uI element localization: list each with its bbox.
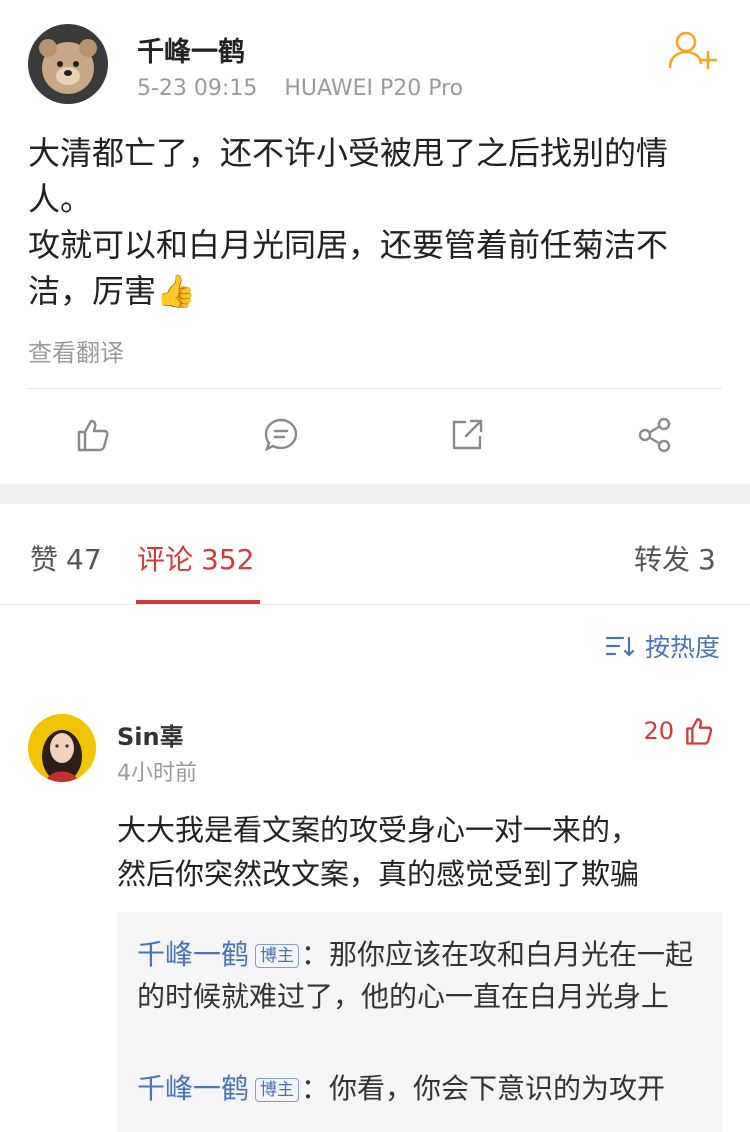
commenter-avatar[interactable]: [28, 714, 96, 782]
comment-icon[interactable]: [256, 410, 306, 460]
comment-item: Sin辜 4小时前 20 大大我是看文案的攻受身心一对一来的， 然后你突然改文案…: [0, 700, 750, 1132]
post-date: 5-23 09:15: [137, 76, 258, 101]
reply-author[interactable]: 千峰一鹤: [137, 938, 249, 971]
follow-user-icon[interactable]: [668, 30, 718, 70]
tab-reposts-label: 转发: [634, 543, 691, 576]
comment-like-button[interactable]: 20: [643, 716, 714, 746]
thumbs-up-icon: [686, 718, 713, 745]
post-meta: 5-23 09:15 HUAWEI P20 Pro: [137, 76, 483, 101]
reply-thread[interactable]: 千峰一鹤 博主 ：那你应该在攻和白月光在一起的时候就难过了，他的心一直在白月光身上 …: [117, 912, 722, 1132]
comment-time: 4小时前: [117, 761, 197, 786]
author-badge: 博主: [255, 944, 300, 968]
section-separator: [0, 484, 750, 504]
share-icon[interactable]: [630, 410, 680, 460]
reply-item: 千峰一鹤 博主 ：你看，你会下意识的为攻开: [137, 1068, 707, 1110]
comment-text-line: 大大我是看文案的攻受身心一对一来的，: [117, 813, 640, 847]
tab-comments[interactable]: 评论 352: [137, 538, 254, 578]
interaction-tabs: 赞 47 评论 352 转发 3: [0, 504, 750, 605]
like-icon[interactable]: [68, 410, 118, 460]
post-card: 千峰一鹤 5-23 09:15 HUAWEI P20 Pro 大清都亡了，还不许…: [0, 0, 750, 484]
tab-reposts-count: 3: [698, 543, 716, 576]
active-tab-indicator: [136, 600, 260, 604]
tab-likes[interactable]: 赞 47: [30, 538, 102, 578]
post-device: HUAWEI P20 Pro: [284, 76, 464, 101]
author-badge: 博主: [255, 1078, 300, 1102]
comment-like-count: 20: [643, 717, 674, 745]
reply-author[interactable]: 千峰一鹤: [137, 1072, 249, 1105]
author-name[interactable]: 千峰一鹤: [137, 30, 245, 69]
sort-label: 按热度: [644, 633, 720, 662]
reply-text: ：你看，你会下意识的为攻开: [301, 1072, 666, 1105]
tab-comments-label: 评论: [137, 543, 194, 576]
post-action-bar: [0, 410, 750, 460]
divider: [28, 388, 722, 389]
post-content-line: 大清都亡了，还不许小受被甩了之后找别的情人。: [28, 134, 669, 218]
reply-item: 千峰一鹤 博主 ：那你应该在攻和白月光在一起的时候就难过了，他的心一直在白月光身上: [137, 934, 707, 1018]
comment-text: 大大我是看文案的攻受身心一对一来的， 然后你突然改文案，真的感觉受到了欺骗: [117, 808, 717, 896]
tab-likes-label: 赞: [30, 543, 59, 576]
author-avatar[interactable]: [28, 24, 108, 104]
commenter-name[interactable]: Sin辜: [117, 717, 184, 752]
sort-icon: [605, 636, 635, 657]
repost-icon[interactable]: [442, 410, 492, 460]
post-content: 大清都亡了，还不许小受被甩了之后找别的情人。 攻就可以和白月光同居，还要管着前任…: [28, 130, 728, 314]
tab-likes-count: 47: [66, 543, 102, 576]
tab-reposts[interactable]: 转发 3: [634, 538, 716, 578]
tab-comments-count: 352: [201, 543, 255, 576]
comment-text-line: 然后你突然改文案，真的感觉受到了欺骗: [117, 857, 640, 891]
sort-toggle[interactable]: 按热度: [605, 628, 720, 664]
post-content-line: 攻就可以和白月光同居，还要管着前任菊洁不洁，厉害👍: [28, 226, 669, 310]
translate-link[interactable]: 查看翻译: [28, 333, 124, 368]
